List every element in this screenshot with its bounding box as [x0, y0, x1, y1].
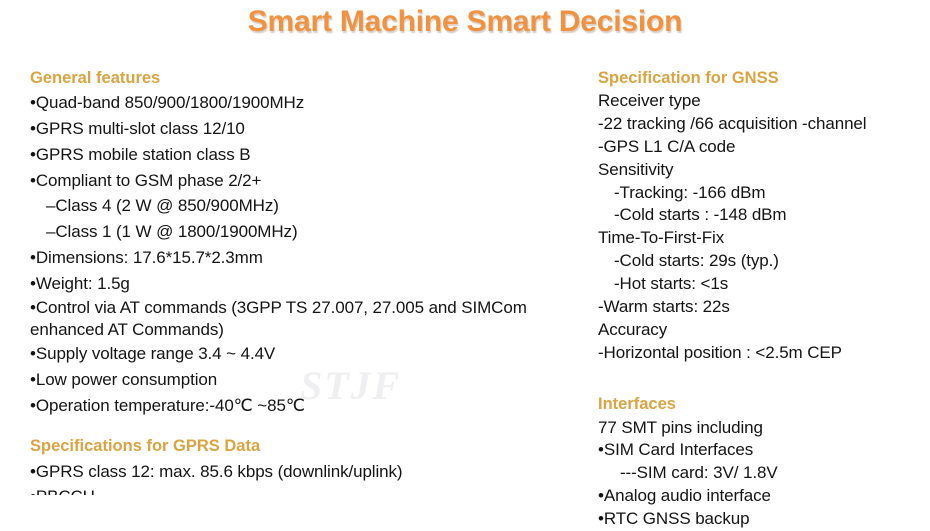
list-item: -Warm starts: 22s — [598, 296, 730, 316]
list-item: •Analog audio interface — [598, 486, 771, 506]
list-item: •GPRS class 12: max. 85.6 kbps (downlink… — [30, 461, 403, 481]
section-heading-general-features: General features — [30, 69, 161, 87]
list-item: •GPRS multi-slot class 12/10 — [30, 118, 245, 138]
section-heading-gnss: Specification for GNSS — [598, 69, 779, 87]
list-item-sub: -Cold starts: 29s (typ.) — [614, 251, 779, 271]
list-item: •RTC GNSS backup — [598, 508, 750, 528]
section-gprs-data: Specifications for GPRS Data •GPRS class… — [30, 436, 560, 495]
list-item-sub: –Class 1 (1 W @ 1800/1900MHz) — [46, 222, 298, 242]
slide-title: Smart Machine Smart Decision — [247, 5, 683, 38]
list-item: •Compliant to GSM phase 2/2+ — [30, 170, 262, 190]
list-item-clipped: •PBCCH — [30, 484, 560, 495]
list-item-sub: –Class 4 (2 W @ 850/900MHz) — [46, 196, 279, 216]
list-item: Receiver type — [598, 91, 701, 111]
list-item: •Supply voltage range 3.4 ~ 4.4V — [30, 343, 276, 363]
list-item: •Weight: 1.5g — [30, 273, 130, 293]
list-item: •Quad-band 850/900/1800/1900MHz — [30, 93, 305, 113]
list-item-sub: -Tracking: -166 dBm — [614, 182, 766, 202]
section-general-features: General features •Quad-band 850/900/1800… — [30, 68, 560, 418]
section-interfaces: Interfaces 77 SMT pins including •SIM Ca… — [598, 394, 928, 530]
list-item: -GPS L1 C/A code — [598, 136, 736, 156]
list-item: -22 tracking /66 acquisition -channel — [598, 113, 867, 133]
list-item: Sensitivity — [598, 159, 674, 179]
list-item: -Horizontal position : <2.5m CEP — [598, 342, 842, 362]
list-item: •Dimensions: 17.6*15.7*2.3mm — [30, 248, 263, 268]
section-heading-gprs-data: Specifications for GPRS Data — [30, 437, 261, 456]
list-item: •SIM Card Interfaces — [598, 440, 754, 460]
list-item: •GPRS mobile station class B — [30, 144, 251, 164]
list-item-sub: -Cold starts : -148 dBm — [614, 205, 787, 225]
list-item-sub: ---SIM card: 3V/ 1.8V — [620, 463, 778, 483]
list-item: Time-To-First-Fix — [598, 228, 725, 248]
section-heading-interfaces: Interfaces — [598, 395, 676, 414]
list-item: •Low power consumption — [30, 369, 218, 389]
list-item: Accuracy — [598, 319, 668, 339]
list-item: 77 SMT pins including — [598, 417, 763, 437]
list-item-sub: -Hot starts: <1s — [614, 273, 729, 293]
list-item: •Control via AT commands (3GPP TS 27.007… — [30, 297, 527, 339]
right-column: Specification for GNSS Receiver type -22… — [598, 68, 928, 531]
left-column: General features •Quad-band 850/900/1800… — [30, 68, 560, 495]
list-item: •Operation temperature:-40℃ ~85℃ — [30, 395, 305, 415]
section-gnss-specification: Specification for GNSS Receiver type -22… — [598, 68, 928, 364]
